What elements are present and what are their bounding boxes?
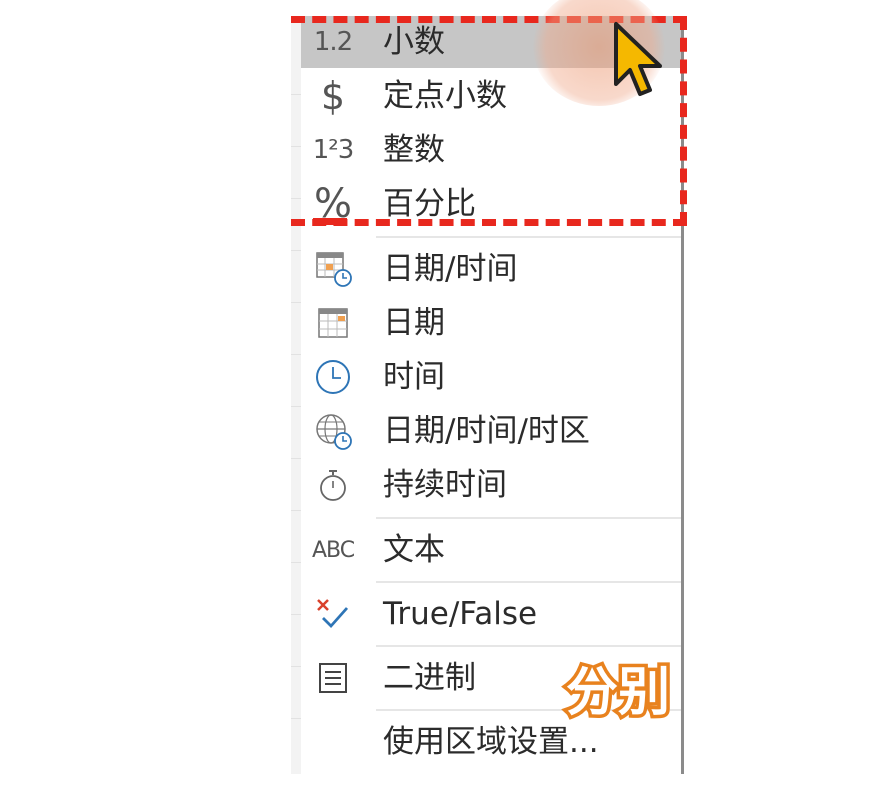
menu-item-label: 日期 — [383, 305, 445, 341]
menu-separator — [376, 645, 681, 647]
menu-item-label: 二进制 — [383, 660, 476, 696]
menu-item-date[interactable]: 日期 — [301, 297, 681, 349]
datetime-icon — [309, 247, 357, 291]
calendar-icon — [309, 301, 357, 345]
menu-item-text[interactable]: ABC 文本 — [301, 524, 681, 576]
timezone-icon — [309, 409, 357, 453]
text-icon: ABC — [311, 537, 355, 563]
menu-item-time[interactable]: 时间 — [301, 351, 681, 403]
mouse-pointer-icon — [614, 22, 662, 96]
menu-item-label: 日期/时间 — [383, 251, 518, 287]
menu-item-label: 使用区域设置... — [383, 724, 599, 760]
menu-item-true-false[interactable]: True/False — [301, 588, 681, 640]
menu-separator — [376, 517, 681, 519]
menu-item-label: True/False — [383, 596, 538, 632]
binary-icon — [309, 656, 357, 700]
menu-item-label: 文本 — [383, 532, 445, 568]
menu-item-datetime[interactable]: 日期/时间 — [301, 243, 681, 295]
true-false-icon — [309, 592, 357, 636]
clock-icon — [309, 355, 357, 399]
menu-item-duration[interactable]: 持续时间 — [301, 459, 681, 511]
menu-item-label: 持续时间 — [383, 467, 507, 503]
video-caption: 分别 — [562, 660, 673, 727]
menu-separator — [376, 236, 681, 238]
menu-item-label: 时间 — [383, 359, 445, 395]
menu-item-datetime-zone[interactable]: 日期/时间/时区 — [301, 405, 681, 457]
menu-separator — [376, 581, 681, 583]
stopwatch-icon — [309, 463, 357, 507]
menu-item-label: 日期/时间/时区 — [383, 413, 590, 449]
